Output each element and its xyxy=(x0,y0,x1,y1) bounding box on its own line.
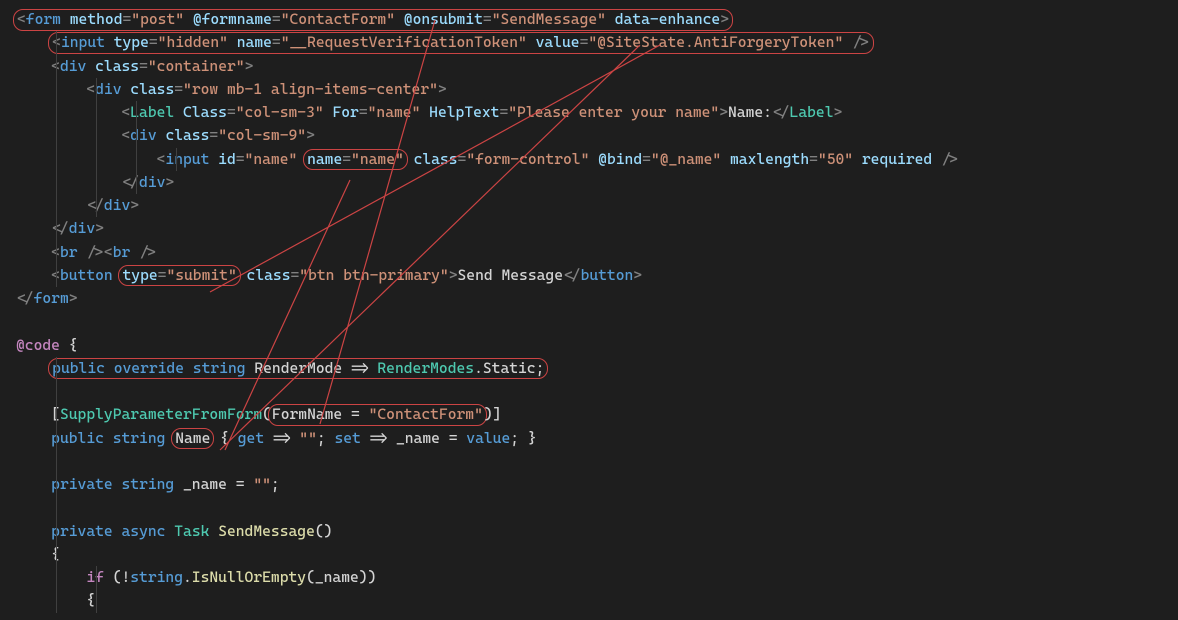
code-line: <input id="name" name="name" class="form… xyxy=(16,148,1178,171)
code-line: { xyxy=(16,589,1178,612)
code-line: <Label Class="col-sm-3" For="name" HelpT… xyxy=(16,101,1178,124)
code-line: private async Task SendMessage() xyxy=(16,520,1178,543)
code-line: { xyxy=(16,543,1178,566)
code-line: </div> xyxy=(16,171,1178,194)
code-line: </form> xyxy=(16,287,1178,310)
code-line: <div class="row mb-1 align-items-center"… xyxy=(16,78,1178,101)
code-line: <input type="hidden" name="__RequestVeri… xyxy=(16,31,1178,54)
code-line: <br /><br /> xyxy=(16,241,1178,264)
code-line xyxy=(16,380,1178,403)
code-line: <form method="post" @formname="ContactFo… xyxy=(16,8,1178,31)
code-line: @code { xyxy=(16,334,1178,357)
code-line: private string _name = ""; xyxy=(16,473,1178,496)
code-line: [SupplyParameterFromForm(FormName = "Con… xyxy=(16,403,1178,426)
code-line xyxy=(16,310,1178,333)
tag-form: form xyxy=(26,10,61,28)
code-line: if (!string.IsNullOrEmpty(_name)) xyxy=(16,566,1178,589)
code-line: <button type="submit" class="btn btn-pri… xyxy=(16,264,1178,287)
code-line: <div class="container"> xyxy=(16,55,1178,78)
code-line xyxy=(16,496,1178,519)
code-line: public string Name { get => ""; set => _… xyxy=(16,427,1178,450)
code-line: public override string RenderMode => Ren… xyxy=(16,357,1178,380)
code-line: </div> xyxy=(16,217,1178,240)
code-line xyxy=(16,450,1178,473)
code-line: <div class="col-sm-9"> xyxy=(16,124,1178,147)
code-editor: <form method="post" @formname="ContactFo… xyxy=(16,8,1178,613)
code-line: </div> xyxy=(16,194,1178,217)
